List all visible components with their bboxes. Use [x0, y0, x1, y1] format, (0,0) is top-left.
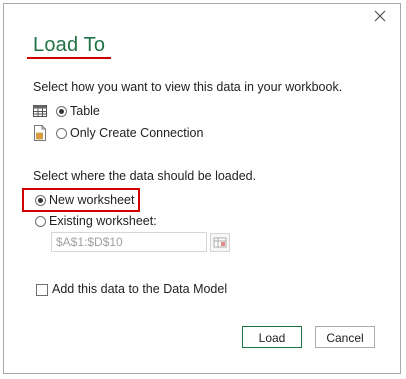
range-input[interactable]: [51, 232, 207, 252]
title-underline-annotation: [27, 57, 111, 59]
table-radio[interactable]: [56, 106, 67, 117]
connection-icon: [34, 125, 46, 141]
connection-option-label[interactable]: Only Create Connection: [70, 126, 203, 140]
view-prompt: Select how you want to view this data in…: [33, 80, 343, 94]
table-icon: [33, 105, 47, 117]
close-icon[interactable]: [372, 8, 388, 24]
load-button[interactable]: Load: [242, 326, 302, 348]
connection-radio[interactable]: [56, 128, 67, 139]
new-worksheet-label[interactable]: New worksheet: [49, 193, 134, 207]
dialog-title: Load To: [33, 34, 106, 56]
data-model-checkbox[interactable]: [36, 284, 48, 296]
range-selector-icon[interactable]: [210, 233, 230, 252]
cancel-button[interactable]: Cancel: [315, 326, 375, 348]
table-option-label[interactable]: Table: [70, 104, 100, 118]
data-model-label[interactable]: Add this data to the Data Model: [52, 282, 227, 296]
new-worksheet-radio[interactable]: [35, 195, 46, 206]
load-to-dialog: Load To Select how you want to view this…: [3, 3, 401, 374]
existing-worksheet-radio[interactable]: [35, 216, 46, 227]
location-prompt: Select where the data should be loaded.: [33, 169, 257, 183]
existing-worksheet-label[interactable]: Existing worksheet:: [49, 214, 157, 228]
